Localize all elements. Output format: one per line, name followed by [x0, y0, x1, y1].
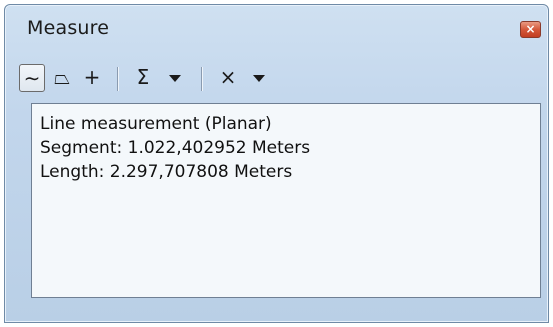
- toolbar-separator: [117, 67, 119, 91]
- close-button[interactable]: ×: [520, 21, 541, 38]
- show-total-button[interactable]: Σ: [129, 64, 157, 92]
- measure-area-button[interactable]: ⏢: [49, 64, 75, 92]
- measure-feature-button[interactable]: +: [79, 64, 105, 92]
- units-dropdown-chevron-down-icon[interactable]: [169, 75, 181, 82]
- length-line: Length: 2.297,707808 Meters: [40, 162, 293, 182]
- toolbar-separator: [201, 67, 203, 91]
- clear-icon: ×: [219, 65, 237, 89]
- result-type-line: Line measurement (Planar): [40, 114, 272, 134]
- close-icon: ×: [525, 22, 536, 36]
- line-icon: ∼: [23, 66, 41, 90]
- area-icon: ⏢: [54, 65, 70, 89]
- measure-toolbar: ∼ ⏢ + Σ ×: [19, 61, 539, 95]
- measure-window: Measure × ∼ ⏢ + Σ × Line measurement (Pl…: [4, 4, 549, 323]
- window-bottom-edge: [5, 302, 548, 322]
- measurement-results-panel: Line measurement (Planar) Segment: 1.022…: [31, 103, 541, 298]
- clear-dropdown-chevron-down-icon[interactable]: [253, 75, 265, 82]
- segment-line: Segment: 1.022,402952 Meters: [40, 138, 311, 158]
- title-bar[interactable]: Measure ×: [5, 5, 548, 51]
- window-title: Measure: [27, 17, 110, 39]
- sum-icon: Σ: [136, 65, 150, 89]
- measure-line-button[interactable]: ∼: [19, 64, 45, 92]
- clear-button[interactable]: ×: [215, 64, 241, 92]
- feature-plus-icon: +: [83, 65, 101, 89]
